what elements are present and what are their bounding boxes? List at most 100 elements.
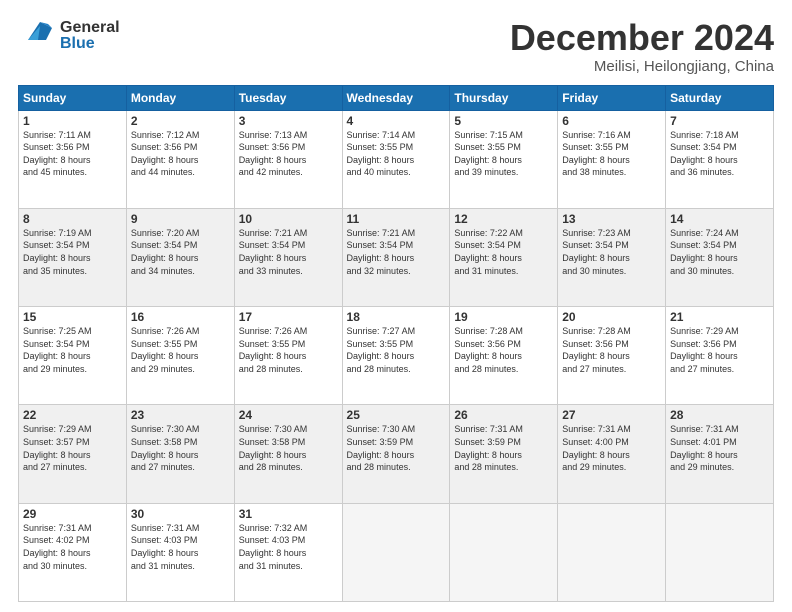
header: General Blue December 2024 Meilisi, Heil… — [18, 18, 774, 75]
day-info: Sunrise: 7:31 AM Sunset: 4:02 PM Dayligh… — [23, 522, 122, 572]
day-number: 8 — [23, 212, 122, 226]
calendar-cell: 17Sunrise: 7:26 AM Sunset: 3:55 PM Dayli… — [234, 307, 342, 405]
logo-general-text: General — [60, 20, 120, 36]
day-number: 28 — [670, 408, 769, 422]
calendar-week-row: 29Sunrise: 7:31 AM Sunset: 4:02 PM Dayli… — [19, 503, 774, 601]
calendar-header-sunday: Sunday — [19, 85, 127, 110]
day-info: Sunrise: 7:21 AM Sunset: 3:54 PM Dayligh… — [239, 227, 338, 277]
calendar-cell: 29Sunrise: 7:31 AM Sunset: 4:02 PM Dayli… — [19, 503, 127, 601]
page: General Blue December 2024 Meilisi, Heil… — [0, 0, 792, 612]
calendar-cell: 30Sunrise: 7:31 AM Sunset: 4:03 PM Dayli… — [126, 503, 234, 601]
day-info: Sunrise: 7:31 AM Sunset: 4:01 PM Dayligh… — [670, 423, 769, 473]
calendar-week-row: 1Sunrise: 7:11 AM Sunset: 3:56 PM Daylig… — [19, 110, 774, 208]
day-number: 25 — [347, 408, 446, 422]
calendar-header-thursday: Thursday — [450, 85, 558, 110]
day-info: Sunrise: 7:25 AM Sunset: 3:54 PM Dayligh… — [23, 325, 122, 375]
day-number: 24 — [239, 408, 338, 422]
calendar-cell: 31Sunrise: 7:32 AM Sunset: 4:03 PM Dayli… — [234, 503, 342, 601]
month-title: December 2024 — [510, 18, 774, 58]
day-info: Sunrise: 7:28 AM Sunset: 3:56 PM Dayligh… — [454, 325, 553, 375]
calendar-header-monday: Monday — [126, 85, 234, 110]
day-info: Sunrise: 7:31 AM Sunset: 3:59 PM Dayligh… — [454, 423, 553, 473]
calendar-cell: 15Sunrise: 7:25 AM Sunset: 3:54 PM Dayli… — [19, 307, 127, 405]
calendar-table: SundayMondayTuesdayWednesdayThursdayFrid… — [18, 85, 774, 602]
calendar-cell: 12Sunrise: 7:22 AM Sunset: 3:54 PM Dayli… — [450, 208, 558, 306]
day-number: 21 — [670, 310, 769, 324]
day-info: Sunrise: 7:24 AM Sunset: 3:54 PM Dayligh… — [670, 227, 769, 277]
day-number: 2 — [131, 114, 230, 128]
day-info: Sunrise: 7:28 AM Sunset: 3:56 PM Dayligh… — [562, 325, 661, 375]
day-info: Sunrise: 7:18 AM Sunset: 3:54 PM Dayligh… — [670, 129, 769, 179]
day-info: Sunrise: 7:29 AM Sunset: 3:57 PM Dayligh… — [23, 423, 122, 473]
calendar-cell: 27Sunrise: 7:31 AM Sunset: 4:00 PM Dayli… — [558, 405, 666, 503]
calendar-cell — [342, 503, 450, 601]
calendar-cell: 24Sunrise: 7:30 AM Sunset: 3:58 PM Dayli… — [234, 405, 342, 503]
calendar-cell: 1Sunrise: 7:11 AM Sunset: 3:56 PM Daylig… — [19, 110, 127, 208]
day-info: Sunrise: 7:15 AM Sunset: 3:55 PM Dayligh… — [454, 129, 553, 179]
day-number: 30 — [131, 507, 230, 521]
day-info: Sunrise: 7:16 AM Sunset: 3:55 PM Dayligh… — [562, 129, 661, 179]
calendar-cell: 26Sunrise: 7:31 AM Sunset: 3:59 PM Dayli… — [450, 405, 558, 503]
day-number: 1 — [23, 114, 122, 128]
logo-label: General Blue — [60, 20, 120, 52]
calendar-cell: 2Sunrise: 7:12 AM Sunset: 3:56 PM Daylig… — [126, 110, 234, 208]
day-info: Sunrise: 7:11 AM Sunset: 3:56 PM Dayligh… — [23, 129, 122, 179]
day-number: 22 — [23, 408, 122, 422]
day-info: Sunrise: 7:13 AM Sunset: 3:56 PM Dayligh… — [239, 129, 338, 179]
day-number: 20 — [562, 310, 661, 324]
day-number: 12 — [454, 212, 553, 226]
day-info: Sunrise: 7:30 AM Sunset: 3:58 PM Dayligh… — [131, 423, 230, 473]
day-number: 17 — [239, 310, 338, 324]
day-info: Sunrise: 7:19 AM Sunset: 3:54 PM Dayligh… — [23, 227, 122, 277]
day-info: Sunrise: 7:30 AM Sunset: 3:59 PM Dayligh… — [347, 423, 446, 473]
day-number: 31 — [239, 507, 338, 521]
calendar-cell: 23Sunrise: 7:30 AM Sunset: 3:58 PM Dayli… — [126, 405, 234, 503]
day-number: 11 — [347, 212, 446, 226]
day-info: Sunrise: 7:26 AM Sunset: 3:55 PM Dayligh… — [131, 325, 230, 375]
calendar-cell: 19Sunrise: 7:28 AM Sunset: 3:56 PM Dayli… — [450, 307, 558, 405]
day-info: Sunrise: 7:32 AM Sunset: 4:03 PM Dayligh… — [239, 522, 338, 572]
calendar-cell: 10Sunrise: 7:21 AM Sunset: 3:54 PM Dayli… — [234, 208, 342, 306]
day-info: Sunrise: 7:31 AM Sunset: 4:00 PM Dayligh… — [562, 423, 661, 473]
calendar-cell: 6Sunrise: 7:16 AM Sunset: 3:55 PM Daylig… — [558, 110, 666, 208]
calendar-header-saturday: Saturday — [666, 85, 774, 110]
calendar-cell — [666, 503, 774, 601]
calendar-cell: 16Sunrise: 7:26 AM Sunset: 3:55 PM Dayli… — [126, 307, 234, 405]
calendar-header-tuesday: Tuesday — [234, 85, 342, 110]
day-info: Sunrise: 7:30 AM Sunset: 3:58 PM Dayligh… — [239, 423, 338, 473]
calendar-cell: 22Sunrise: 7:29 AM Sunset: 3:57 PM Dayli… — [19, 405, 127, 503]
day-info: Sunrise: 7:27 AM Sunset: 3:55 PM Dayligh… — [347, 325, 446, 375]
day-info: Sunrise: 7:14 AM Sunset: 3:55 PM Dayligh… — [347, 129, 446, 179]
day-number: 27 — [562, 408, 661, 422]
calendar-week-row: 8Sunrise: 7:19 AM Sunset: 3:54 PM Daylig… — [19, 208, 774, 306]
calendar-cell: 14Sunrise: 7:24 AM Sunset: 3:54 PM Dayli… — [666, 208, 774, 306]
day-number: 13 — [562, 212, 661, 226]
calendar-header-wednesday: Wednesday — [342, 85, 450, 110]
day-number: 19 — [454, 310, 553, 324]
calendar-cell: 5Sunrise: 7:15 AM Sunset: 3:55 PM Daylig… — [450, 110, 558, 208]
day-info: Sunrise: 7:26 AM Sunset: 3:55 PM Dayligh… — [239, 325, 338, 375]
day-number: 29 — [23, 507, 122, 521]
calendar-cell: 13Sunrise: 7:23 AM Sunset: 3:54 PM Dayli… — [558, 208, 666, 306]
day-number: 23 — [131, 408, 230, 422]
day-number: 18 — [347, 310, 446, 324]
calendar-cell: 25Sunrise: 7:30 AM Sunset: 3:59 PM Dayli… — [342, 405, 450, 503]
day-info: Sunrise: 7:22 AM Sunset: 3:54 PM Dayligh… — [454, 227, 553, 277]
day-info: Sunrise: 7:20 AM Sunset: 3:54 PM Dayligh… — [131, 227, 230, 277]
logo-icon — [18, 18, 56, 53]
day-info: Sunrise: 7:12 AM Sunset: 3:56 PM Dayligh… — [131, 129, 230, 179]
calendar-header-row: SundayMondayTuesdayWednesdayThursdayFrid… — [19, 85, 774, 110]
day-number: 4 — [347, 114, 446, 128]
calendar-cell: 9Sunrise: 7:20 AM Sunset: 3:54 PM Daylig… — [126, 208, 234, 306]
day-number: 7 — [670, 114, 769, 128]
calendar-cell: 7Sunrise: 7:18 AM Sunset: 3:54 PM Daylig… — [666, 110, 774, 208]
calendar-cell: 4Sunrise: 7:14 AM Sunset: 3:55 PM Daylig… — [342, 110, 450, 208]
calendar-cell: 21Sunrise: 7:29 AM Sunset: 3:56 PM Dayli… — [666, 307, 774, 405]
calendar-cell: 8Sunrise: 7:19 AM Sunset: 3:54 PM Daylig… — [19, 208, 127, 306]
calendar-cell: 18Sunrise: 7:27 AM Sunset: 3:55 PM Dayli… — [342, 307, 450, 405]
calendar-header-friday: Friday — [558, 85, 666, 110]
logo: General Blue — [18, 18, 120, 53]
day-number: 10 — [239, 212, 338, 226]
day-number: 14 — [670, 212, 769, 226]
calendar-cell: 20Sunrise: 7:28 AM Sunset: 3:56 PM Dayli… — [558, 307, 666, 405]
